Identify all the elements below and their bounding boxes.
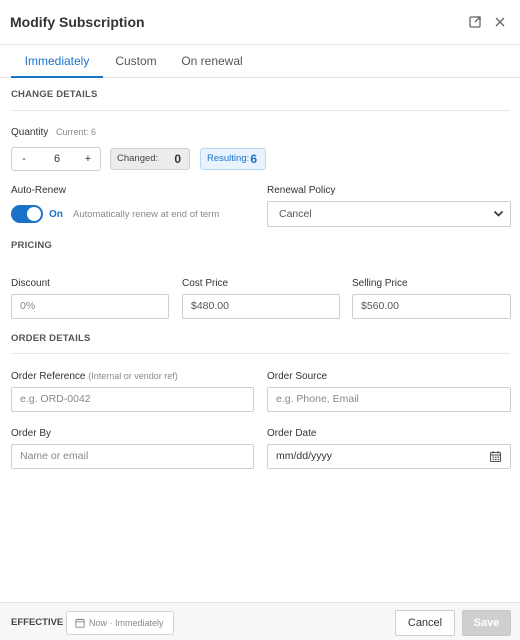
order-reference-input[interactable]: e.g. ORD-0042 — [11, 387, 254, 412]
quantity-input[interactable]: 6 — [44, 148, 70, 170]
effective-date-button[interactable]: Now · Immediately — [66, 611, 174, 635]
selling-price-label: Selling Price — [352, 278, 408, 289]
order-date-placeholder: mm/dd/yyyy — [276, 450, 333, 462]
toggle-state: On — [49, 209, 63, 220]
order-by-label: Order By — [11, 428, 52, 439]
resulting-label: Resulting: — [207, 153, 250, 164]
cancel-button[interactable]: Cancel — [395, 610, 455, 636]
resulting-value: 6 — [250, 152, 257, 166]
dialog-header: Modify Subscription — [0, 0, 520, 45]
renewal-policy-label: Renewal Policy — [267, 185, 336, 196]
cost-price-input[interactable]: $480.00 — [182, 294, 340, 319]
auto-renew-toggle[interactable] — [11, 205, 43, 223]
order-reference-label: Order Reference (Internal or vendor ref) — [11, 371, 178, 382]
current-quantity-label: Current: 6 — [56, 127, 97, 137]
order-by-input[interactable]: Name or email — [11, 444, 254, 469]
changed-badge: Changed: 0 — [110, 148, 190, 170]
renewal-policy-select[interactable]: Cancel — [267, 201, 511, 227]
section-order-details: ORDER DETAILS — [11, 333, 91, 344]
effective-label: EFFECTIVE — [11, 617, 64, 628]
order-date-input[interactable]: mm/dd/yyyy — [267, 444, 511, 469]
auto-renew-hint: Automatically renew at end of term — [73, 209, 220, 220]
discount-input[interactable]: 0% — [11, 294, 169, 319]
renewal-policy-value: Cancel — [279, 208, 312, 220]
expand-icon[interactable] — [466, 13, 484, 31]
save-button[interactable]: Save — [462, 610, 511, 636]
auto-renew-label: Auto-Renew — [11, 185, 67, 196]
tab-on-renewal[interactable]: On renewal — [176, 45, 248, 78]
section-change-details: CHANGE DETAILS — [11, 89, 98, 100]
calendar-icon — [75, 618, 85, 628]
decrement-button[interactable]: - — [12, 148, 36, 170]
tab-immediately[interactable]: Immediately — [11, 45, 103, 78]
cost-price-label: Cost Price — [182, 278, 229, 289]
tab-bar: Immediately Custom On renewal — [0, 45, 520, 78]
close-icon[interactable] — [491, 13, 509, 31]
order-source-label: Order Source — [267, 371, 328, 382]
chevron-down-icon — [493, 210, 504, 217]
calendar-icon[interactable] — [489, 450, 502, 463]
order-reference-hint: (Internal or vendor ref) — [88, 371, 178, 381]
changed-value: 0 — [174, 152, 181, 166]
toggle-knob — [27, 207, 41, 221]
order-date-label: Order Date — [267, 428, 317, 439]
quantity-label: Quantity — [11, 127, 49, 138]
resulting-badge: Resulting: 6 — [200, 148, 266, 170]
dialog-footer: EFFECTIVE Now · Immediately Cancel Save — [0, 602, 520, 640]
divider — [11, 110, 510, 111]
section-pricing: PRICING — [11, 240, 52, 251]
order-source-input[interactable]: e.g. Phone, Email — [267, 387, 511, 412]
tab-custom[interactable]: Custom — [110, 45, 162, 78]
dialog-title: Modify Subscription — [10, 14, 145, 30]
order-reference-title: Order Reference — [11, 371, 86, 382]
quantity-stepper: - 6 + — [11, 147, 101, 171]
divider — [11, 353, 510, 354]
discount-label: Discount — [11, 278, 50, 289]
selling-price-input[interactable]: $560.00 — [352, 294, 511, 319]
changed-label: Changed: — [117, 153, 159, 164]
effective-value: Now · Immediately — [89, 618, 164, 628]
increment-button[interactable]: + — [76, 148, 100, 170]
